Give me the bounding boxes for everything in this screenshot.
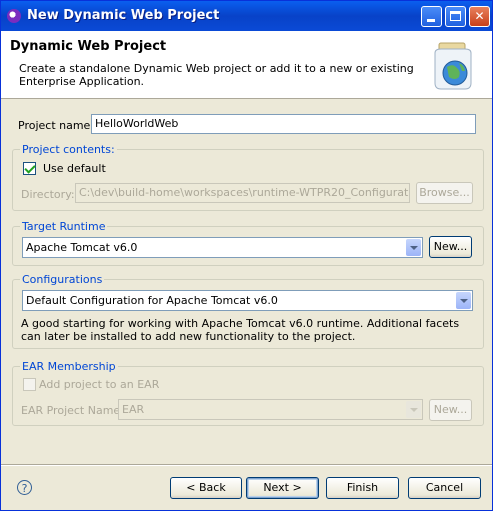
new-runtime-button[interactable]: New... <box>429 236 472 258</box>
target-runtime-select[interactable]: Apache Tomcat v6.0 <box>22 237 423 258</box>
configuration-description: A good starting for working with Apache … <box>21 317 460 343</box>
add-to-ear-checkbox[interactable] <box>23 378 36 391</box>
web-project-globe-icon <box>434 42 472 90</box>
page-title: Dynamic Web Project <box>10 39 167 54</box>
directory-input[interactable]: C:\dev\build-home\workspaces\runtime-WTP… <box>75 183 410 203</box>
help-icon[interactable]: ? <box>17 480 32 495</box>
close-icon[interactable]: ✕ <box>469 6 490 27</box>
next-button[interactable]: Next > <box>246 477 319 499</box>
new-ear-button[interactable]: New... <box>429 399 472 421</box>
new-dynamic-web-project-dialog: New Dynamic Web Project ✕ Dynamic Web Pr… <box>0 0 493 511</box>
ear-project-value: EAR <box>122 403 145 416</box>
back-button[interactable]: < Back <box>170 477 242 499</box>
configurations-title: Configurations <box>20 273 105 286</box>
wizard-header: Dynamic Web Project Create a standalone … <box>1 31 492 99</box>
page-description: Create a standalone Dynamic Web project … <box>19 62 414 88</box>
ear-project-name-label: EAR Project Name: <box>21 404 124 417</box>
browse-button[interactable]: Browse... <box>416 182 473 204</box>
use-default-checkbox[interactable] <box>23 162 36 175</box>
project-contents-title: Project contents: <box>20 143 117 156</box>
cancel-button[interactable]: Cancel <box>408 477 481 499</box>
minimize-icon[interactable] <box>421 6 442 27</box>
project-name-input[interactable]: HelloWorldWeb <box>91 114 476 134</box>
configuration-value: Default Configuration for Apache Tomcat … <box>26 294 278 307</box>
configuration-select[interactable]: Default Configuration for Apache Tomcat … <box>22 290 473 311</box>
footer-separator <box>1 464 492 466</box>
chevron-down-icon[interactable] <box>406 239 421 256</box>
chevron-down-icon[interactable] <box>456 292 471 309</box>
ear-project-select[interactable]: EAR <box>118 399 423 420</box>
ear-membership-title: EAR Membership <box>20 360 118 373</box>
title-bar[interactable]: New Dynamic Web Project ✕ <box>1 1 492 31</box>
project-name-label: Project name: <box>18 119 95 132</box>
directory-label: Directory: <box>21 188 75 201</box>
use-default-label[interactable]: Use default <box>43 162 106 175</box>
chevron-down-icon[interactable] <box>406 401 421 418</box>
target-runtime-value: Apache Tomcat v6.0 <box>26 241 138 254</box>
target-runtime-title: Target Runtime <box>20 220 108 233</box>
eclipse-icon <box>7 9 21 23</box>
maximize-icon[interactable] <box>445 6 466 27</box>
add-to-ear-label[interactable]: Add project to an EAR <box>39 378 159 391</box>
finish-button[interactable]: Finish <box>326 477 399 499</box>
window-title: New Dynamic Web Project <box>27 8 220 23</box>
